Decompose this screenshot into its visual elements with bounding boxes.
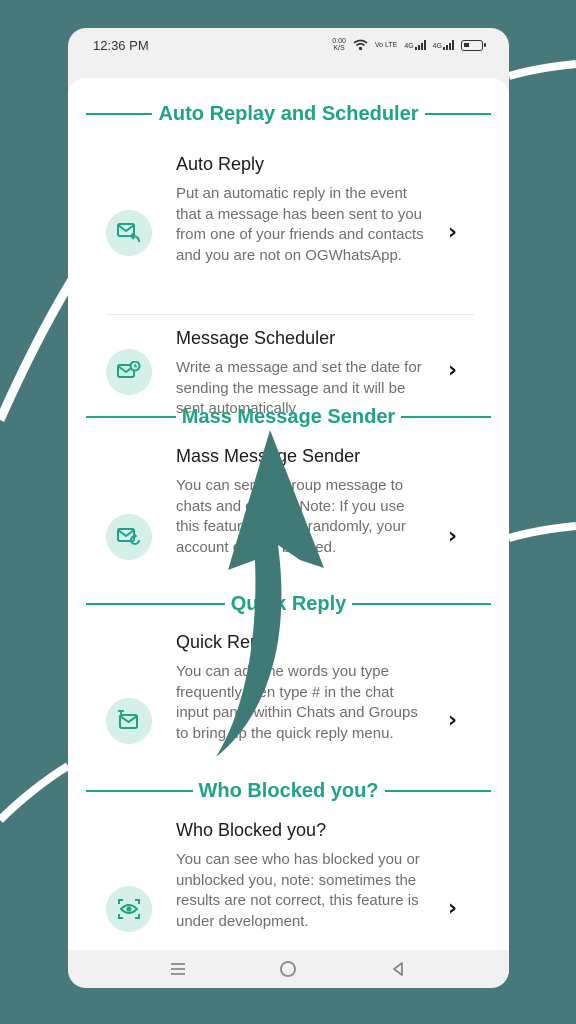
mail-clock-icon — [106, 349, 152, 395]
phone-screen: 12:36 PM 0.00 K/S Vo LTE 4G 4G Auto Repl… — [68, 28, 509, 988]
section-header-auto-replay: Auto Replay and Scheduler — [86, 99, 491, 129]
chevron-right-icon: › — [448, 220, 458, 245]
section-title: Quick Reply — [230, 592, 347, 615]
section-header-quick-reply: Quick Reply — [86, 589, 492, 619]
net-speed-value: 0.00 — [332, 38, 346, 45]
navigation-bar — [68, 950, 509, 988]
menu-icon[interactable] — [165, 956, 191, 982]
header-divider-left — [86, 416, 176, 418]
mail-reply-icon — [106, 210, 152, 256]
net-speed-unit: K/S — [333, 45, 345, 52]
list-item-quick-reply[interactable]: Quick Reply You can add the words you ty… — [68, 624, 509, 784]
section-header-mass-message: Mass Message Sender — [86, 402, 491, 432]
list-item-auto-reply[interactable]: Auto Reply Put an automatic reply in the… — [68, 140, 509, 308]
header-divider-left — [86, 113, 153, 115]
header-divider-right — [401, 416, 491, 418]
chevron-right-icon: › — [448, 358, 458, 383]
status-time: 12:36 PM — [93, 37, 149, 53]
section-title: Auto Replay and Scheduler — [158, 102, 419, 125]
item-title: Mass Message Sender — [176, 446, 361, 466]
item-title: Message Scheduler — [176, 328, 336, 348]
list-item-who-blocked-you[interactable]: Who Blocked you? You can see who has blo… — [68, 812, 509, 950]
header-divider-right — [352, 603, 492, 605]
item-description: You can send a group message to chats an… — [176, 477, 406, 556]
item-description: You can add the words you type frequentl… — [176, 663, 418, 742]
network-speed: 0.00 K/S — [332, 38, 346, 52]
list-item-mass-message-sender[interactable]: Mass Message Sender You can send a group… — [68, 438, 509, 598]
section-header-who-blocked: Who Blocked you? — [86, 776, 491, 806]
back-icon[interactable] — [385, 956, 411, 982]
home-icon[interactable] — [275, 956, 301, 982]
item-title: Quick Reply — [176, 632, 274, 652]
status-icons: 0.00 K/S Vo LTE 4G 4G — [332, 38, 486, 52]
header-divider-right — [384, 790, 491, 792]
signal-icon: 4G — [433, 40, 454, 50]
status-bar: 12:36 PM 0.00 K/S Vo LTE 4G 4G — [68, 28, 509, 62]
chevron-right-icon: › — [448, 896, 458, 921]
item-description: You can see who has blocked you or unblo… — [176, 851, 420, 930]
signal-label-2: 4G — [432, 43, 442, 50]
section-title: Mass Message Sender — [181, 405, 396, 428]
item-description: Put an automatic reply in the event that… — [176, 185, 424, 264]
battery-icon — [461, 39, 486, 51]
section-title: Who Blocked you? — [198, 779, 379, 802]
header-divider-right — [424, 113, 491, 115]
item-title: Who Blocked you? — [176, 820, 327, 840]
chevron-right-icon: › — [448, 524, 458, 549]
signal-icon: 4G — [404, 40, 426, 50]
header-divider-left — [86, 790, 193, 792]
eye-scan-icon — [106, 886, 152, 932]
mail-refresh-icon — [106, 514, 152, 560]
item-divider — [106, 314, 474, 315]
settings-card: Auto Replay and Scheduler Auto Reply Put… — [68, 78, 509, 950]
chevron-right-icon: › — [448, 708, 458, 733]
volte-indicator: Vo LTE — [374, 41, 398, 49]
wifi-icon — [353, 39, 368, 51]
header-divider-left — [86, 603, 225, 605]
quick-reply-icon — [106, 698, 152, 744]
item-title: Auto Reply — [176, 154, 265, 174]
signal-label-1: 4G — [404, 43, 414, 50]
